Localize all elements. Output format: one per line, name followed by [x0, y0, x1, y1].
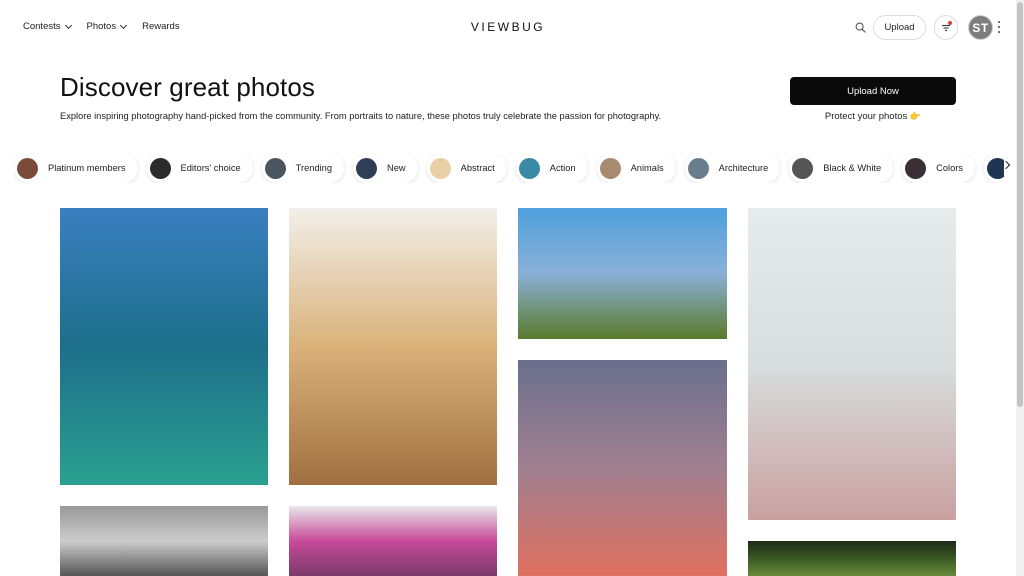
category-chip[interactable]: Action: [515, 153, 588, 183]
category-label: Trending: [295, 163, 333, 173]
category-thumbnail: [599, 157, 621, 179]
more-vertical-icon[interactable]: [998, 21, 1002, 33]
photo-dancer-chair[interactable]: [748, 208, 956, 520]
photo-coffee-cup-bw[interactable]: [60, 506, 268, 576]
category-label: Animals: [630, 163, 664, 173]
scrollbar-thumb[interactable]: [1017, 2, 1023, 407]
category-chips: Platinum members Editors' choice Trending N…: [14, 153, 1004, 183]
category-label: Architecture: [718, 163, 769, 173]
category-thumbnail: [149, 157, 171, 179]
photo-underwater-swimmer[interactable]: [60, 208, 268, 485]
category-thumbnail: [905, 157, 927, 179]
page-title: Discover great photos: [60, 72, 316, 102]
category-label: New: [387, 163, 406, 173]
category-thumbnail: [687, 157, 709, 179]
photo-green-plant[interactable]: [748, 541, 956, 576]
category-thumbnail: [429, 157, 451, 179]
notification-dot: [948, 21, 952, 25]
protect-photos-link[interactable]: Protect your photos 👉: [790, 111, 956, 122]
category-thumbnail: [987, 157, 1004, 179]
category-label: Colors: [936, 163, 964, 173]
photo-sunset-clouds[interactable]: [518, 360, 727, 576]
photo-pink-hair-woman[interactable]: [289, 506, 497, 576]
photo-blossom-tree[interactable]: [518, 208, 727, 339]
category-chip[interactable]: Platinum members: [14, 153, 138, 183]
photo-girl-straw-hat[interactable]: [289, 208, 497, 485]
filter-button[interactable]: [934, 15, 958, 40]
category-chip[interactable]: Editors' choice: [146, 153, 253, 183]
category-chip[interactable]: Colors: [902, 153, 976, 183]
category-thumbnail: [518, 157, 540, 179]
page-subtitle: Explore inspiring photography hand-picke…: [60, 111, 662, 121]
category-label: Abstract: [460, 163, 495, 173]
category-chip[interactable]: Architecture: [684, 153, 781, 183]
category-chip[interactable]: City: [984, 153, 1004, 183]
scrollbar[interactable]: [1016, 0, 1024, 576]
top-nav: Contests Photos Rewards VIEWBUG Upload S…: [0, 0, 1024, 56]
category-chip[interactable]: Black & White: [789, 153, 894, 183]
category-label: Black & White: [823, 163, 882, 173]
upload-button[interactable]: Upload: [873, 15, 926, 40]
category-label: Platinum members: [48, 163, 126, 173]
category-label: Editors' choice: [180, 163, 241, 173]
category-label: Action: [549, 163, 576, 173]
search-icon[interactable]: [855, 22, 866, 33]
category-chip[interactable]: Animals: [596, 153, 676, 183]
protect-photos-label: Protect your photos: [824, 111, 908, 122]
category-thumbnail: [17, 157, 38, 179]
category-chip[interactable]: Trending: [261, 153, 345, 183]
category-chip[interactable]: Abstract: [426, 153, 507, 183]
category-thumbnail: [356, 157, 378, 179]
category-thumbnail: [792, 157, 814, 179]
pointing-hand-icon: 👉: [909, 111, 922, 121]
category-chip[interactable]: New: [353, 153, 418, 183]
user-avatar[interactable]: ST: [968, 15, 993, 40]
category-thumbnail: [264, 157, 286, 179]
upload-now-button[interactable]: Upload Now: [790, 77, 956, 105]
